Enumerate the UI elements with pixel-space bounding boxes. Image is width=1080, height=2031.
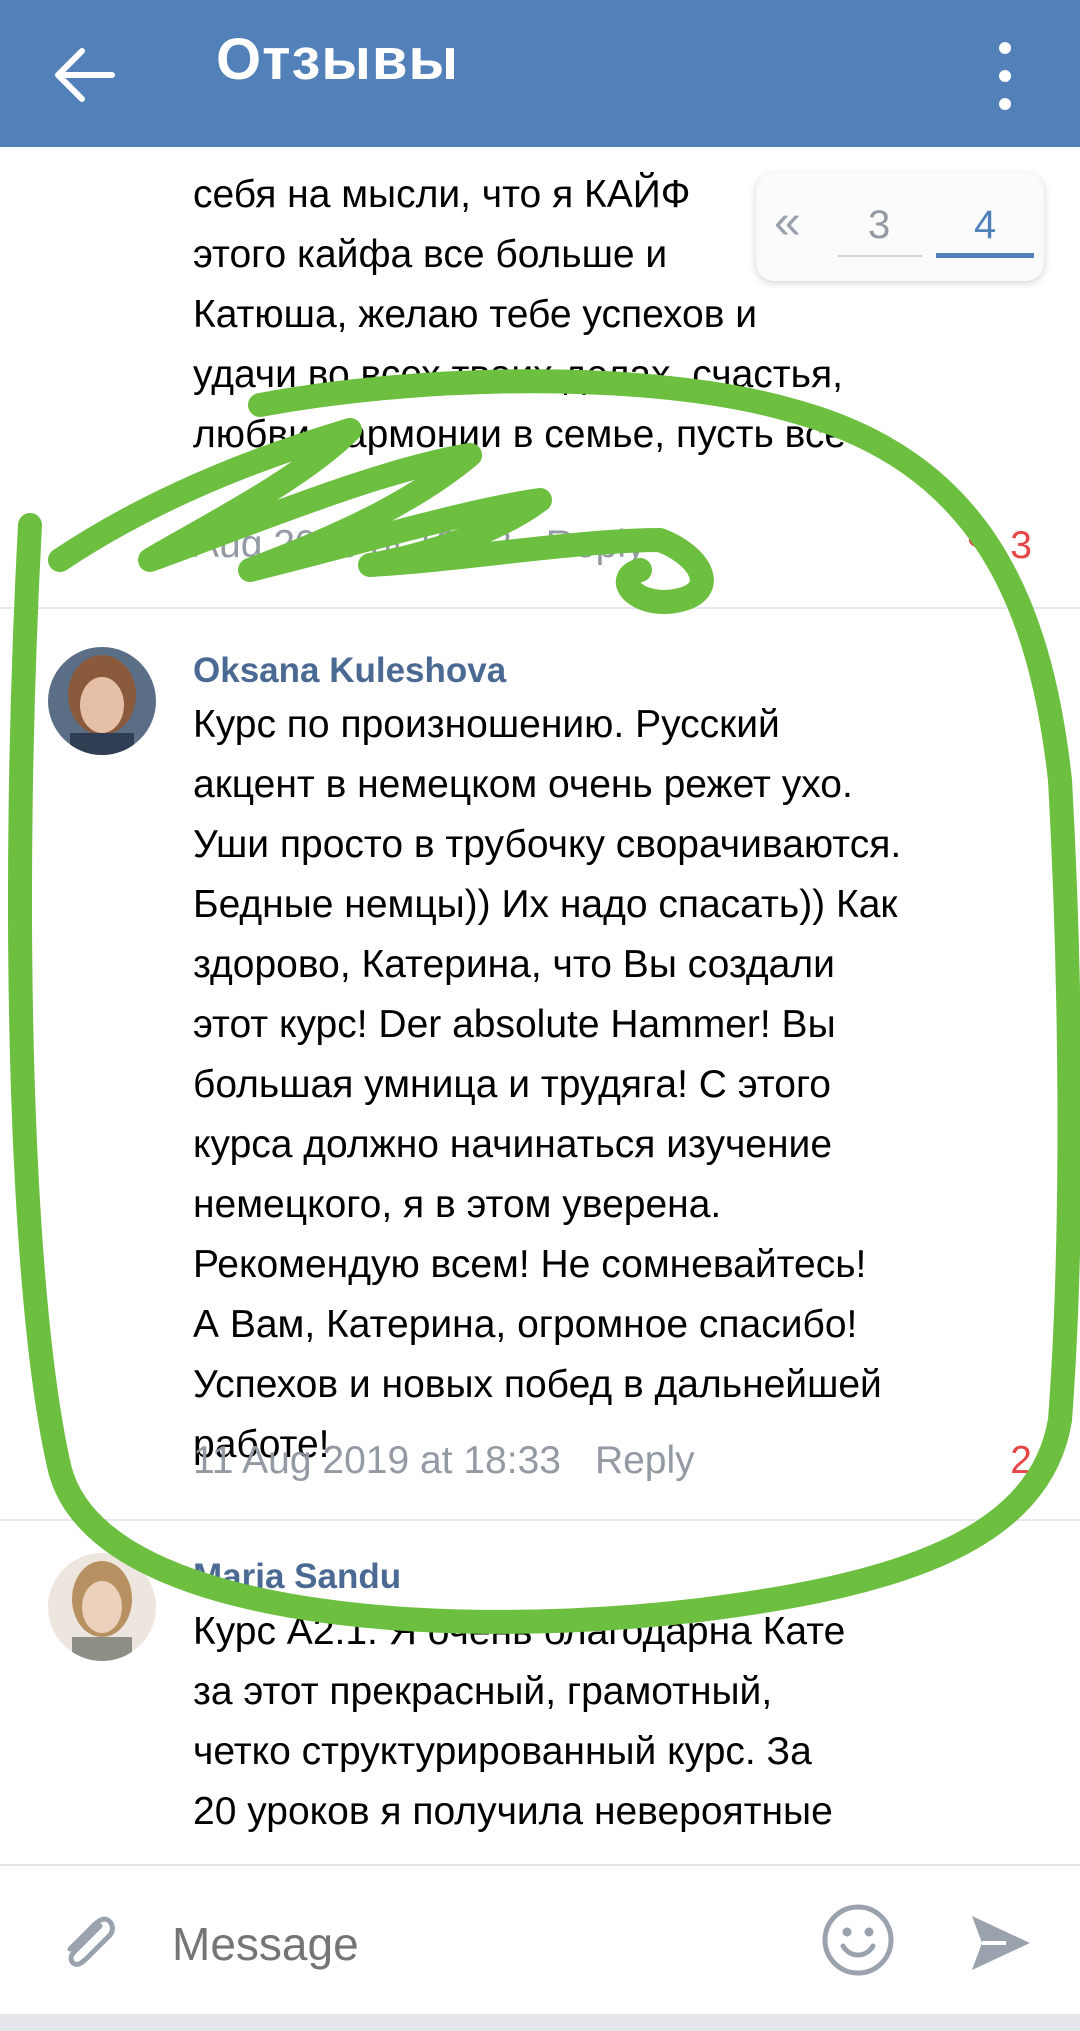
comment-text: Курс А2.1. Я очень благодарна Кате за эт…: [193, 1610, 846, 1833]
like-button[interactable]: 2: [1010, 1439, 1032, 1483]
avatar[interactable]: [48, 647, 156, 755]
like-button[interactable]: ❤ 3: [967, 523, 1032, 568]
send-icon[interactable]: [966, 1908, 1036, 1978]
page-title: Отзывы: [216, 27, 460, 92]
heart-icon: ❤: [966, 524, 1000, 567]
comment-author[interactable]: Maria Sandu: [193, 1557, 401, 1597]
message-composer: [0, 1864, 1080, 2016]
divider: [0, 607, 1080, 609]
comment-meta: Aug 2019 at 10:03 Reply: [193, 523, 646, 567]
system-nav-bar: [0, 2014, 1080, 2031]
comment-text: Курс по произношению. Русский акцент в н…: [193, 703, 902, 1466]
avatar[interactable]: [48, 1553, 156, 1661]
message-input[interactable]: [172, 1914, 752, 1974]
comment-date: Aug 2019 at 10:03: [193, 523, 512, 566]
page-4-button[interactable]: 4: [974, 203, 996, 248]
reply-link[interactable]: Reply: [546, 523, 646, 566]
reply-link[interactable]: Reply: [595, 1439, 695, 1482]
active-page-underline: [936, 253, 1034, 258]
more-vertical-icon[interactable]: [990, 36, 1020, 116]
smile-icon[interactable]: [820, 1902, 896, 1978]
page-3-button[interactable]: 3: [868, 203, 890, 248]
comment-author[interactable]: Oksana Kuleshova: [193, 651, 506, 691]
paperclip-icon[interactable]: [52, 1906, 122, 1976]
comment-text: себя на мысли, что я КАЙФ этого кайфа вс…: [193, 173, 847, 456]
like-count: 2: [1010, 1439, 1032, 1482]
arrow-left-icon[interactable]: [50, 40, 120, 110]
comment-meta: 11 Aug 2019 at 18:33 Reply: [193, 1439, 695, 1483]
first-page-button[interactable]: «: [774, 195, 801, 250]
page-underline: [838, 255, 922, 257]
divider: [0, 1519, 1080, 1521]
top-bar: Отзывы: [0, 0, 1080, 147]
like-count: 3: [1010, 524, 1032, 567]
page-switcher: « 3 4: [756, 173, 1044, 281]
comment-date: 11 Aug 2019 at 18:33: [193, 1439, 561, 1482]
comments-feed[interactable]: себя на мысли, что я КАЙФ этого кайфа вс…: [0, 147, 1080, 1864]
